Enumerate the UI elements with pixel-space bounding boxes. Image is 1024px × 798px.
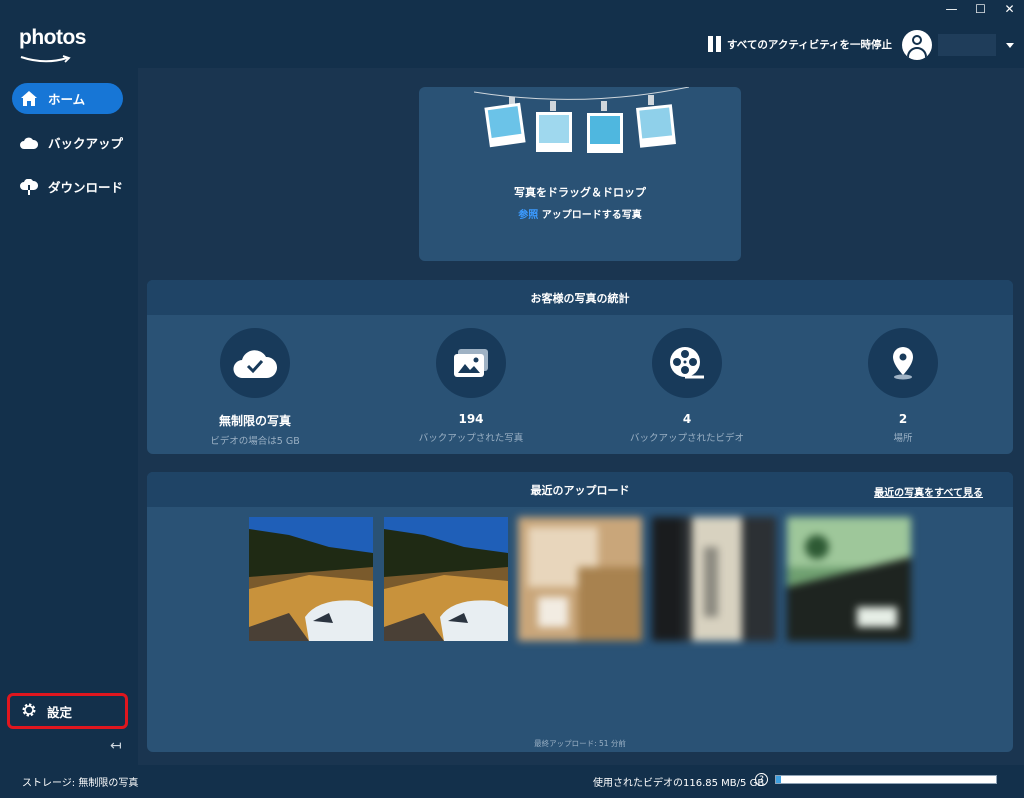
video-usage-progress-fill: [776, 776, 782, 783]
drop-title: 写真をドラッグ＆ドロップ: [514, 186, 646, 199]
window-controls: — ☐ ✕: [937, 0, 1024, 18]
minimize-button[interactable]: —: [937, 0, 966, 18]
close-button[interactable]: ✕: [995, 0, 1024, 18]
drop-subtitle-text: アップロードする写真: [538, 210, 642, 221]
collapse-sidebar-icon[interactable]: ↤: [110, 738, 122, 754]
sidebar-item-label: バックアップ: [48, 136, 124, 151]
help-icon[interactable]: ?: [755, 773, 768, 786]
photo-icon: [436, 328, 506, 398]
pause-label: すべてのアクティビティを一時停止: [727, 38, 893, 51]
stats-title: お客様の写真の統計: [147, 280, 1013, 315]
stat-value: 4: [682, 412, 692, 426]
see-all-recent-link[interactable]: 最近の写真をすべて見る: [874, 484, 983, 499]
amazon-photos-logo: photos: [19, 26, 86, 69]
account-name-redacted: [938, 34, 996, 56]
stat-backed-up-photos: 194 バックアップされた写真: [381, 328, 561, 444]
sidebar-item-backup[interactable]: バックアップ: [12, 127, 123, 158]
maximize-button[interactable]: ☐: [966, 0, 995, 18]
recent-photo-thumbnail-blurred[interactable]: [787, 517, 911, 641]
recent-photo-thumbnail-blurred[interactable]: [518, 517, 642, 641]
film-reel-icon: [652, 328, 722, 398]
sidebar-item-label: ホーム: [48, 92, 86, 107]
cloud-download-icon: [20, 178, 38, 195]
location-pin-icon: [868, 328, 938, 398]
stat-unlimited-photos: 無制限の写真 ビデオの場合は5 GB: [165, 328, 345, 447]
recent-photo-thumbnail[interactable]: [249, 517, 373, 641]
account-menu[interactable]: [902, 30, 1014, 60]
cloud-icon: [20, 135, 38, 151]
stat-label: ビデオの場合は5 GB: [210, 436, 300, 447]
pause-all-activity-button[interactable]: すべてのアクティビティを一時停止: [708, 36, 892, 52]
stat-label: 場所: [893, 433, 913, 444]
browse-link[interactable]: 参照: [518, 210, 538, 221]
stat-value: 2: [898, 412, 908, 426]
recent-uploads-header: 最近のアップロード 最近の写真をすべて見る: [147, 472, 1013, 507]
last-upload-time: 最終アップロード: 51 分前: [534, 739, 626, 748]
logo-text: photos: [19, 26, 86, 49]
video-usage-progress-bar: [775, 775, 997, 784]
stat-value: 194: [458, 412, 484, 426]
sidebar-item-home[interactable]: ホーム: [12, 83, 123, 114]
settings-button[interactable]: 設定: [7, 693, 128, 729]
home-icon: [20, 91, 38, 107]
polaroid-illustration: [484, 102, 526, 148]
stat-label: バックアップされたビデオ: [629, 433, 744, 444]
stat-backed-up-videos: 4 バックアップされたビデオ: [597, 328, 777, 444]
polaroid-illustration: [587, 113, 623, 153]
polaroid-illustration: [536, 112, 572, 152]
stat-label: バックアップされた写真: [418, 433, 524, 444]
sidebar-item-label: ダウンロード: [48, 180, 124, 195]
storage-status: ストレージ: 無制限の写真: [22, 778, 139, 789]
recent-uploads-title: 最近のアップロード: [530, 483, 630, 497]
video-usage-text: 使用されたビデオの116.85 MB/5 GB: [593, 778, 765, 789]
settings-label: 設定: [47, 704, 73, 720]
stat-value: 無制限の写真: [218, 414, 291, 428]
avatar: [902, 30, 932, 60]
gear-icon: [21, 702, 37, 721]
sidebar: ホーム バックアップ ダウンロード 設定 ↤: [0, 68, 138, 765]
smile-arrow-icon: [20, 55, 71, 63]
recent-photo-thumbnail[interactable]: [384, 517, 508, 641]
recent-photo-thumbnail-blurred[interactable]: [652, 517, 776, 641]
app-header: photos すべてのアクティビティを一時停止: [0, 0, 1024, 68]
drop-subtitle: 参照 アップロードする写真: [419, 206, 741, 221]
cloud-check-icon: [220, 328, 290, 398]
pause-icon: [708, 36, 721, 52]
sidebar-item-download[interactable]: ダウンロード: [12, 171, 123, 202]
recent-uploads-card: 最近のアップロード 最近の写真をすべて見る 最終アップロード: 51 分前: [147, 472, 1013, 752]
drag-drop-area[interactable]: 写真をドラッグ＆ドロップ 参照 アップロードする写真: [419, 87, 741, 261]
photo-stats-card: お客様の写真の統計 無制限の写真 ビデオの場合は5 GB 194 バックアップさ…: [147, 280, 1013, 454]
status-bar: ストレージ: 無制限の写真 使用されたビデオの116.85 MB/5 GB ?: [0, 765, 1024, 798]
stat-places: 2 場所: [813, 328, 993, 444]
chevron-down-icon: [1006, 42, 1014, 48]
polaroid-illustration: [636, 104, 676, 148]
